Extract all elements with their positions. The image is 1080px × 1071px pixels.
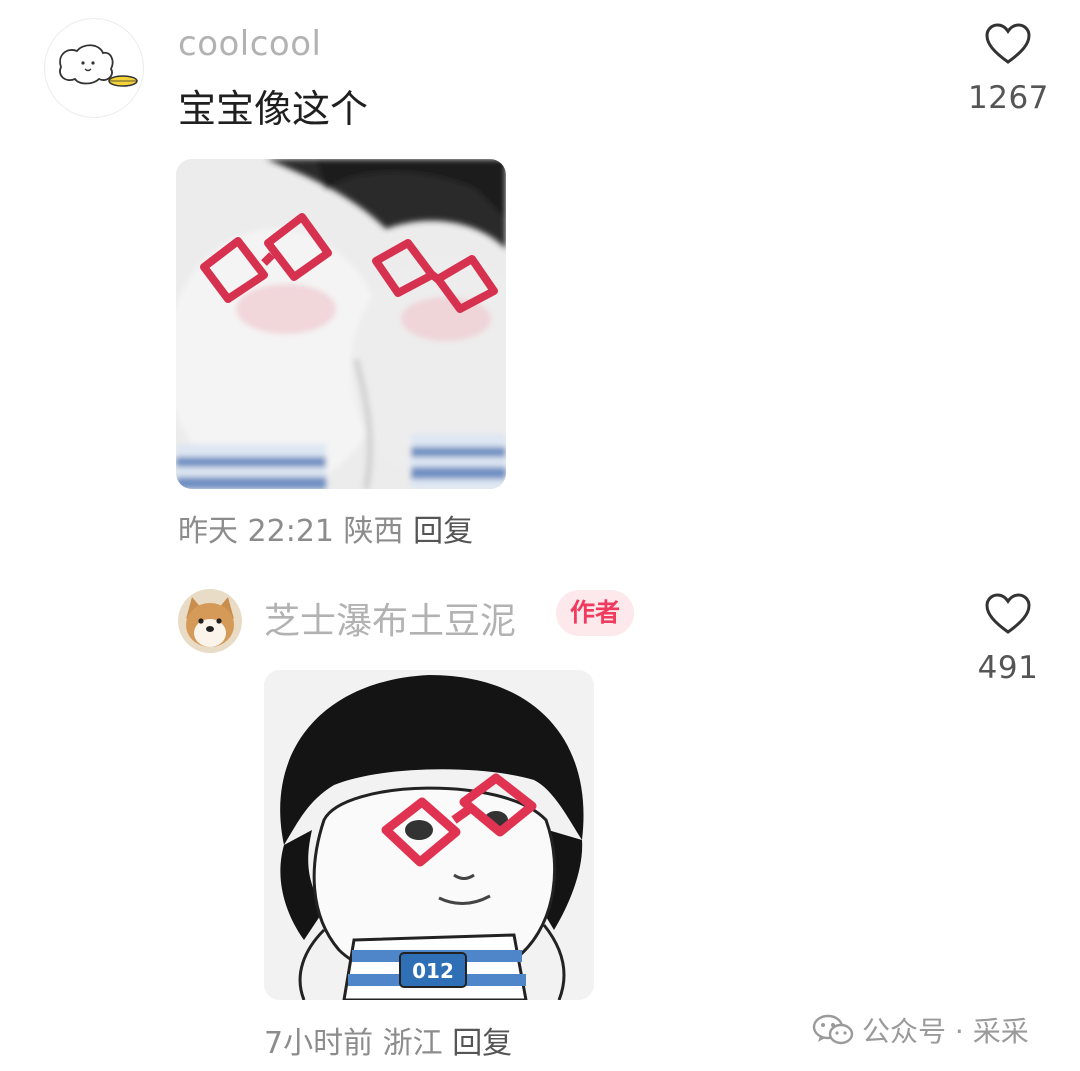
comment-username[interactable]: coolcool xyxy=(178,24,322,64)
svg-text:012: 012 xyxy=(412,959,454,983)
heart-outline-icon[interactable] xyxy=(984,592,1032,636)
comment-meta: 7小时前 浙江 回复 xyxy=(264,1018,512,1062)
watermark-text: 公众号 · 采采 xyxy=(862,1015,1029,1048)
avatar[interactable] xyxy=(44,18,144,118)
avatar-dog-drawing-icon xyxy=(59,44,138,87)
comment-time: 昨天 22:21 xyxy=(178,514,334,549)
meme-two-faces-image xyxy=(176,159,506,489)
comment-location: 浙江 xyxy=(382,1026,443,1061)
like-button[interactable]: 491 xyxy=(968,592,1048,686)
like-button[interactable]: 1267 xyxy=(968,22,1048,116)
comment-username[interactable]: 芝士瀑布土豆泥 xyxy=(264,592,516,644)
comment-image-meme[interactable]: 012 xyxy=(264,670,594,1000)
avatar[interactable] xyxy=(178,589,242,653)
comment-meta: 昨天 22:21 陕西 回复 xyxy=(178,506,473,550)
meme-bob-hair-girl-image: 012 xyxy=(264,670,594,1000)
avatar-shiba-dog-icon xyxy=(178,589,242,653)
comment-text: 宝宝像这个 xyxy=(178,87,369,131)
comment-image-meme[interactable] xyxy=(176,159,506,489)
comment-location: 陕西 xyxy=(343,514,404,549)
wechat-icon xyxy=(812,1014,854,1045)
like-count: 1267 xyxy=(968,80,1049,116)
reply-button[interactable]: 回复 xyxy=(413,514,473,549)
like-count: 491 xyxy=(977,650,1039,686)
watermark: 公众号 · 采采 xyxy=(812,1010,1029,1050)
author-badge: 作者 xyxy=(556,590,635,636)
heart-outline-icon[interactable] xyxy=(984,22,1032,66)
reply-button[interactable]: 回复 xyxy=(452,1026,512,1061)
comment-time: 7小时前 xyxy=(264,1026,374,1061)
